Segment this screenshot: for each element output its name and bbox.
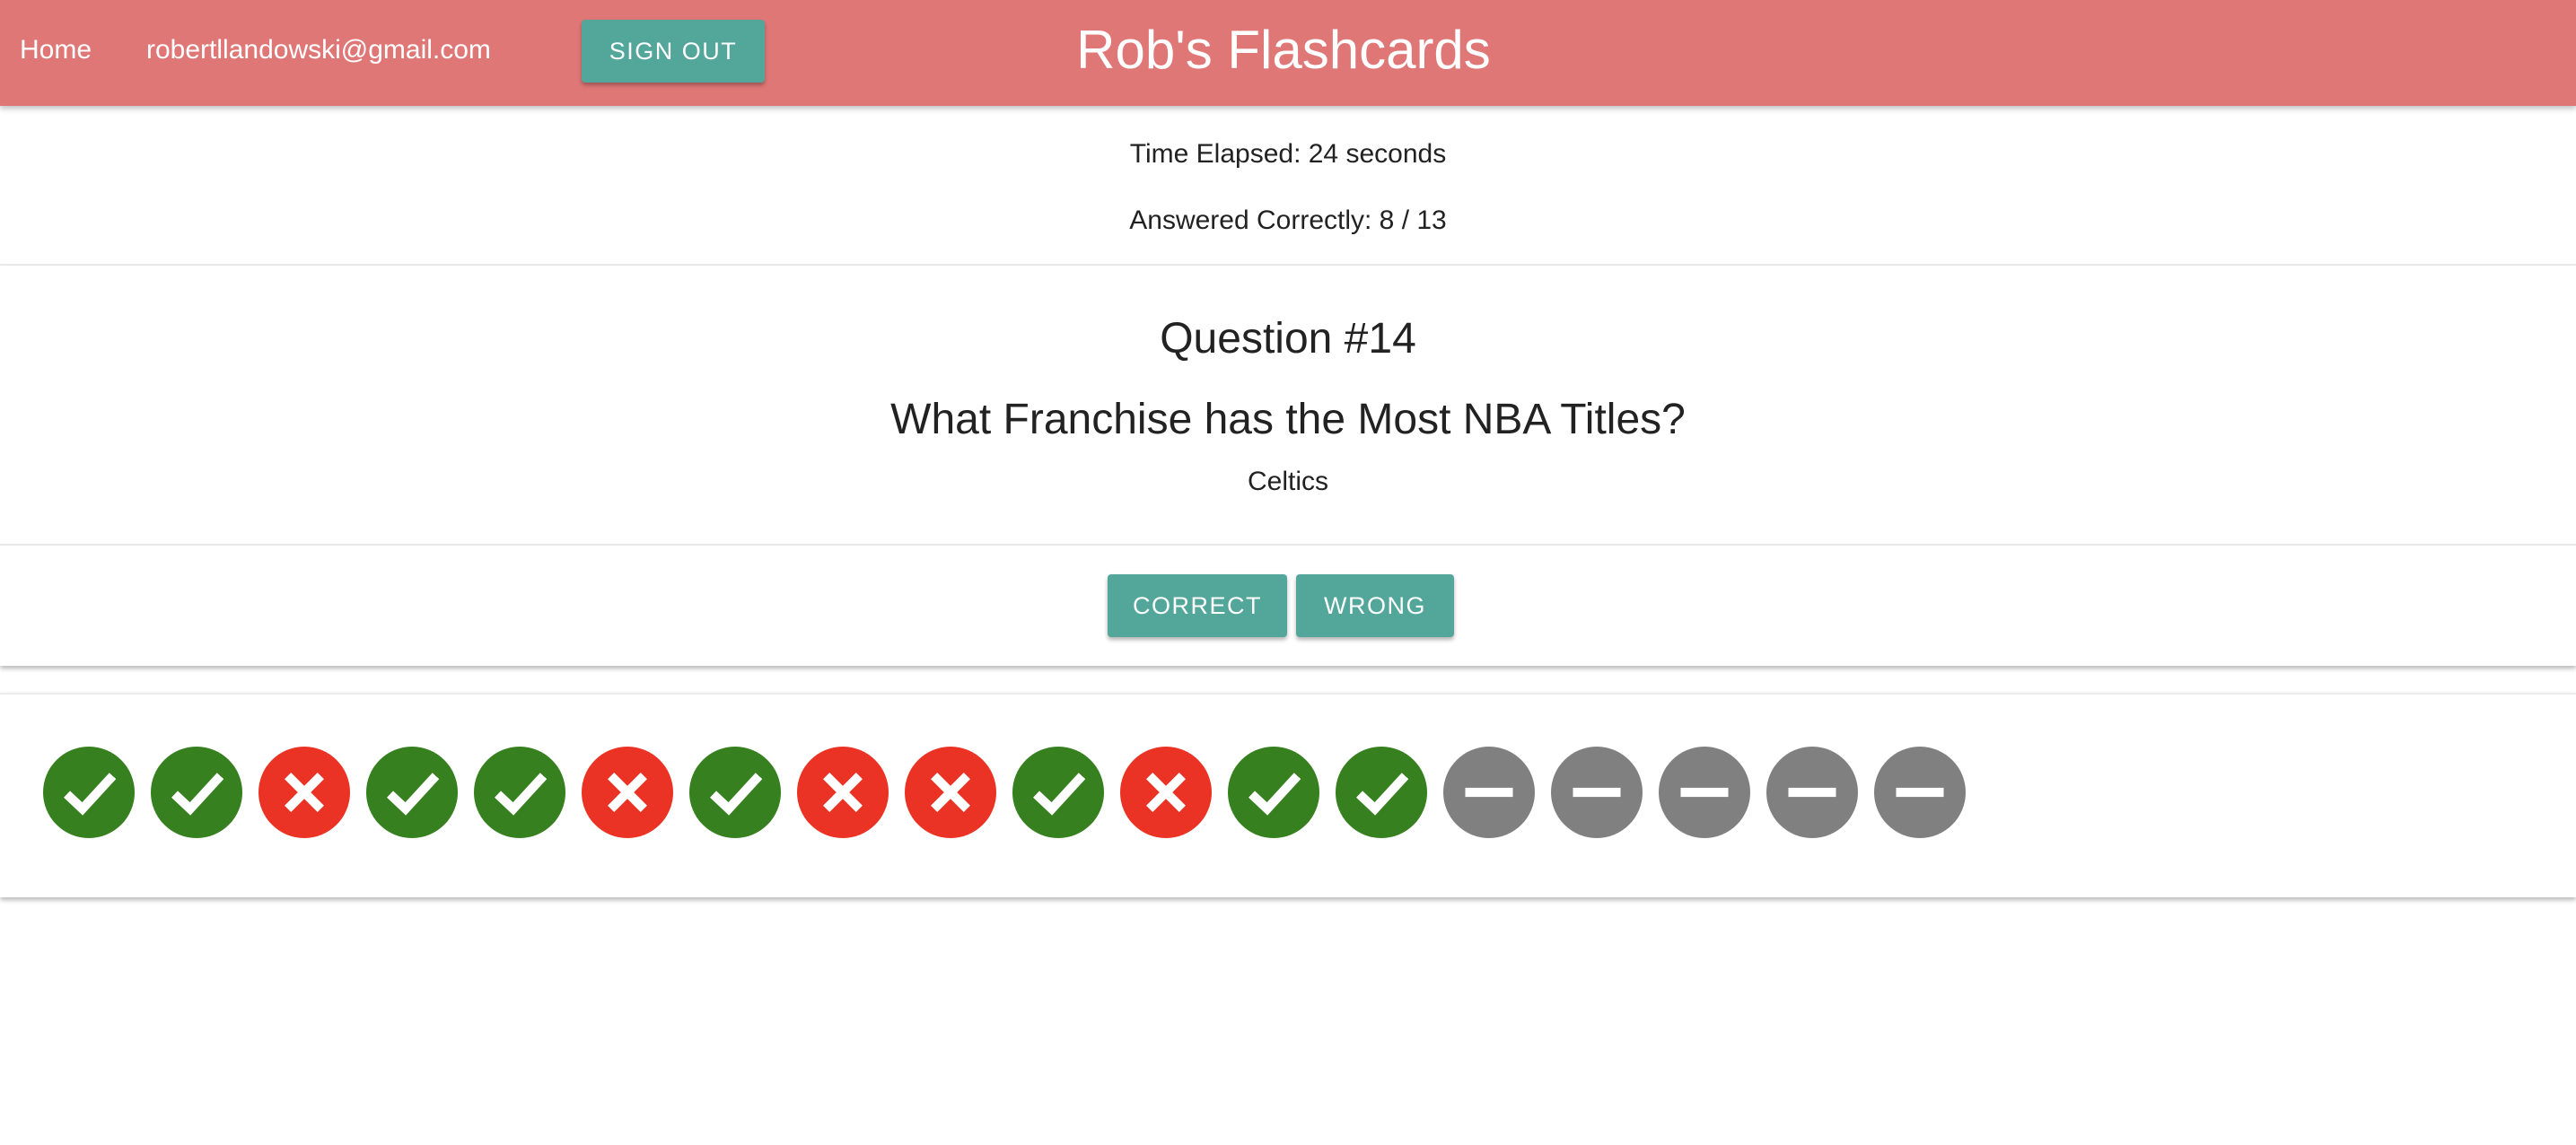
x-icon — [582, 747, 673, 838]
check-icon — [689, 747, 781, 838]
answered-correctly: Answered Correctly: 8 / 13 — [1129, 205, 1447, 235]
check-icon — [1228, 747, 1319, 838]
question-number: Question #14 — [1160, 315, 1416, 363]
progress-panel — [0, 693, 2576, 897]
x-icon — [258, 747, 350, 838]
minus-icon — [1551, 747, 1643, 838]
stats-panel: Time Elapsed: 24 seconds Answered Correc… — [0, 106, 2576, 267]
x-icon — [905, 747, 996, 838]
minus-icon — [1874, 747, 1966, 838]
x-icon — [1120, 747, 1212, 838]
time-elapsed: Time Elapsed: 24 seconds — [1129, 139, 1447, 169]
check-icon — [1012, 747, 1104, 838]
card-divider — [0, 544, 2576, 546]
answer-text: Celtics — [1247, 467, 1328, 496]
minus-icon — [1443, 747, 1535, 838]
check-icon — [151, 747, 242, 838]
minus-icon — [1659, 747, 1750, 838]
check-icon — [366, 747, 458, 838]
progress-row — [43, 747, 1966, 838]
correct-button[interactable]: CORRECT — [1108, 574, 1287, 637]
app-title: Rob's Flashcards — [1076, 20, 1491, 80]
check-icon — [474, 747, 565, 838]
app-bar: Home robertllandowski@gmail.com SIGN OUT… — [0, 0, 2576, 106]
home-link[interactable]: Home — [20, 31, 92, 70]
user-email-link[interactable]: robertllandowski@gmail.com — [146, 31, 491, 70]
wrong-button[interactable]: WRONG — [1296, 574, 1454, 637]
x-icon — [797, 747, 889, 838]
question-text: What Franchise has the Most NBA Titles? — [890, 396, 1686, 443]
sign-out-button[interactable]: SIGN OUT — [582, 20, 765, 83]
check-icon — [1336, 747, 1427, 838]
minus-icon — [1766, 747, 1858, 838]
check-icon — [43, 747, 135, 838]
